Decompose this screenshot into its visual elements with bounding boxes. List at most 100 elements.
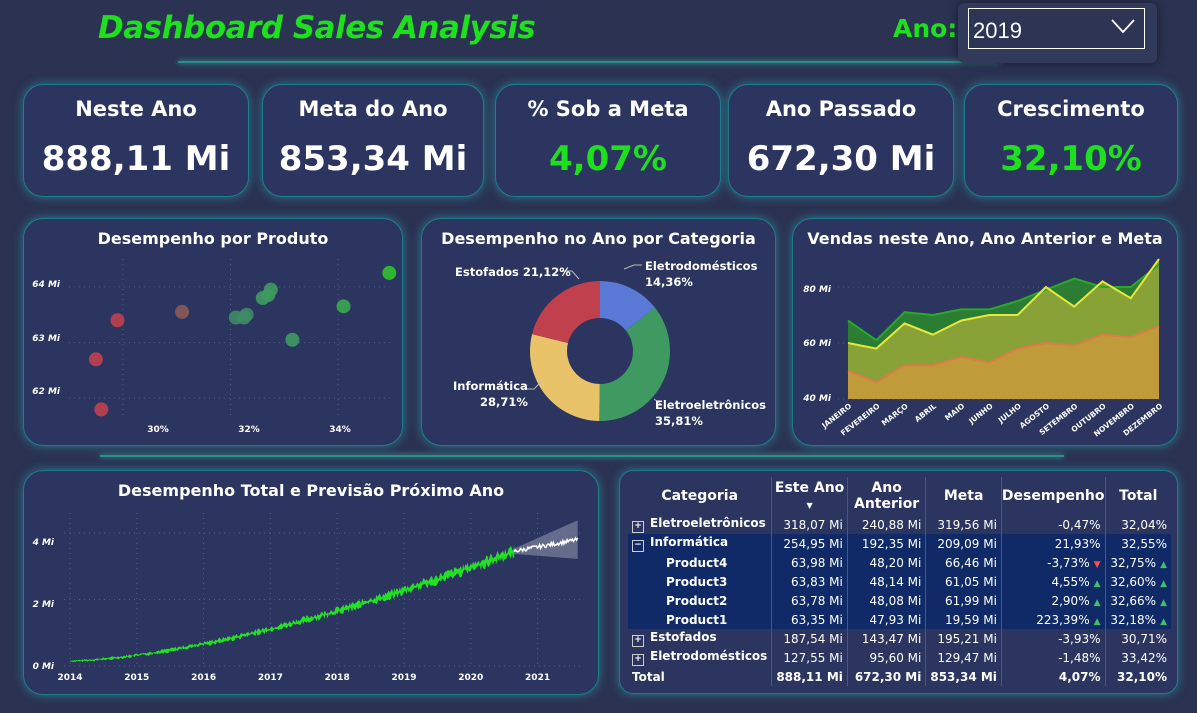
scatter-point[interactable] — [285, 332, 300, 347]
donut-label-informatica-pct: 28,71% — [480, 395, 528, 409]
kpi-value: 32,10% — [1000, 139, 1142, 179]
column-header-goal[interactable]: Meta — [925, 477, 1002, 515]
collapse-icon[interactable]: − — [632, 540, 644, 552]
table-row[interactable]: + Estofados 187,54 Mi 143,47 Mi 195,21 Mi -… — [628, 629, 1171, 648]
triangle-up-icon: ▲ — [1160, 597, 1167, 608]
triangle-up-icon: ▲ — [1160, 559, 1167, 570]
x-tick-label: ABRIL — [913, 401, 938, 424]
x-tick-label: 2014 — [57, 673, 82, 683]
table-row[interactable]: Product4 63,98 Mi 48,20 Mi 66,46 Mi -3,73%… — [628, 553, 1171, 572]
y-tick-label: 60 Mi — [803, 339, 832, 349]
donut-card: Desempenho no Ano por Categoria Estofado… — [421, 218, 776, 446]
kpi-label: Ano Passado — [765, 97, 917, 121]
y-tick-label: 0 Mi — [33, 662, 55, 672]
kpi-card-year-goal: Meta do Ano 853,34 Mi — [262, 84, 484, 197]
expand-icon[interactable]: + — [632, 521, 644, 533]
table-row[interactable]: Product2 63,78 Mi 48,08 Mi 61,99 Mi 2,90% ▲… — [628, 591, 1171, 610]
category-table-card: Categoria Este Ano ▼ Ano Anterior Meta De… — [619, 470, 1178, 694]
column-header-total[interactable]: Total — [1105, 477, 1171, 515]
donut-label-eletroeletronicos-name: Eletroeletrônicos — [655, 398, 766, 412]
donut-chart[interactable]: Estofados 21,12% Eletrodomésticos 14,36%… — [422, 219, 775, 445]
forecast-chart[interactable]: 4 Mi 2 Mi 0 Mi 2014 2015 2016 2017 2018 2019 2… — [24, 471, 598, 694]
scatter-card: Desempenho por Produto 64 Mi 63 Mi 62 Mi… — [23, 218, 403, 446]
triangle-up-icon: ▲ — [1093, 597, 1101, 608]
scatter-chart[interactable]: 64 Mi 63 Mi 62 Mi 30% 32% 34% — [24, 219, 402, 445]
dashboard-title: Dashboard Sales Analysis — [98, 10, 536, 46]
kpi-value: 888,11 Mi — [41, 139, 231, 179]
scatter-point[interactable] — [94, 402, 109, 417]
area-card: Vendas neste Ano, Ano Anterior e Meta 80… — [792, 218, 1178, 446]
x-tick-label: 2016 — [191, 673, 216, 683]
year-filter-label: Ano: — [893, 14, 958, 43]
area-chart[interactable]: 80 Mi 60 Mi 40 Mi JANEIROFEVEREIROMARÇO A… — [793, 219, 1177, 445]
table-row[interactable]: Product1 63,35 Mi 47,93 Mi 19,59 Mi 223,39… — [628, 610, 1171, 629]
column-header-category[interactable]: Categoria — [628, 477, 773, 515]
chevron-down-icon[interactable] — [1110, 17, 1136, 35]
scatter-point[interactable] — [88, 352, 103, 367]
y-tick-label: 40 Mi — [802, 394, 832, 404]
scatter-point[interactable] — [263, 282, 278, 297]
year-dropdown[interactable]: 2019 — [968, 8, 1145, 49]
section-divider — [100, 455, 1064, 457]
donut-slice[interactable] — [530, 334, 600, 421]
table-row[interactable]: Product3 63,83 Mi 48,14 Mi 61,05 Mi 4,55% ▲… — [628, 572, 1171, 591]
sort-desc-icon: ▼ — [806, 501, 813, 510]
kpi-label: Neste Ano — [75, 97, 197, 121]
kpi-label: % Sob a Meta — [527, 97, 689, 121]
kpi-value: 672,30 Mi — [746, 139, 936, 179]
triangle-up-icon: ▲ — [1160, 578, 1167, 589]
table-row[interactable]: + Eletroeletrônicos 318,07 Mi 240,88 Mi 319… — [628, 515, 1171, 534]
x-tick-label: 2021 — [525, 673, 550, 683]
donut-slice[interactable] — [532, 281, 600, 344]
x-tick-label: 32% — [238, 425, 260, 435]
triangle-up-icon: ▲ — [1093, 578, 1101, 589]
triangle-down-icon: ▼ — [1093, 559, 1101, 570]
forecast-confidence-band — [514, 520, 578, 559]
y-tick-label: 64 Mi — [32, 280, 61, 290]
table-row[interactable]: − Informática 254,95 Mi 192,35 Mi 209,09 Mi… — [628, 534, 1171, 553]
kpi-card-this-year: Neste Ano 888,11 Mi — [23, 84, 249, 197]
year-dropdown-value: 2019 — [973, 18, 1022, 43]
x-tick-label: 2015 — [124, 673, 149, 683]
y-tick-label: 4 Mi — [32, 538, 55, 548]
x-tick-label: 30% — [147, 425, 169, 435]
column-header-performance[interactable]: Desempenho — [1001, 477, 1106, 515]
column-header-last-year[interactable]: Ano Anterior — [847, 477, 927, 515]
y-tick-label: 2 Mi — [33, 600, 55, 610]
triangle-up-icon: ▲ — [1160, 616, 1167, 627]
expand-icon[interactable]: + — [632, 654, 644, 666]
scatter-point[interactable] — [239, 307, 254, 322]
column-header-this-year[interactable]: Este Ano ▼ — [771, 477, 848, 515]
scatter-point[interactable] — [110, 313, 125, 328]
donut-label-estofados: Estofados 21,12% — [455, 265, 571, 279]
scatter-point[interactable] — [382, 265, 397, 280]
scatter-point[interactable] — [175, 304, 190, 319]
forecast-card: Desempenho Total e Previsão Próximo Ano … — [23, 470, 599, 695]
x-tick-label: 34% — [329, 425, 351, 435]
y-tick-label: 80 Mi — [803, 285, 832, 295]
year-filter-panel: 2019 — [958, 3, 1157, 63]
x-tick-label: MAIO — [943, 401, 966, 422]
table-row[interactable]: + Eletrodomésticos 127,55 Mi 95,60 Mi 129,4… — [628, 648, 1171, 667]
kpi-value: 4,07% — [549, 139, 667, 179]
y-tick-label: 63 Mi — [32, 334, 61, 344]
kpi-card-growth: Crescimento 32,10% — [964, 84, 1178, 197]
y-tick-label: 62 Mi — [32, 387, 61, 397]
x-tick-label: 2020 — [458, 673, 483, 683]
scatter-point[interactable] — [336, 299, 351, 314]
kpi-card-above-goal: % Sob a Meta 4,07% — [495, 84, 721, 197]
kpi-value: 853,34 Mi — [278, 139, 468, 179]
x-tick-label: MARÇO — [880, 401, 910, 427]
x-tick-label: 2018 — [325, 673, 350, 683]
kpi-label: Crescimento — [997, 97, 1145, 121]
table-header-row: Categoria Este Ano ▼ Ano Anterior Meta De… — [628, 477, 1171, 515]
x-tick-label: JUNHO — [966, 401, 994, 426]
x-tick-label: 2019 — [391, 673, 416, 683]
x-tick-label: 2017 — [258, 673, 283, 683]
header-divider — [178, 61, 1000, 63]
donut-label-eletroeletronicos-pct: 35,81% — [655, 414, 703, 428]
kpi-card-last-year: Ano Passado 672,30 Mi — [728, 84, 954, 197]
expand-icon[interactable]: + — [632, 635, 644, 647]
table-total-row: Total 888,11 Mi 672,30 Mi 853,34 Mi 4,07% 3… — [628, 667, 1171, 686]
triangle-up-icon: ▲ — [1093, 616, 1101, 627]
